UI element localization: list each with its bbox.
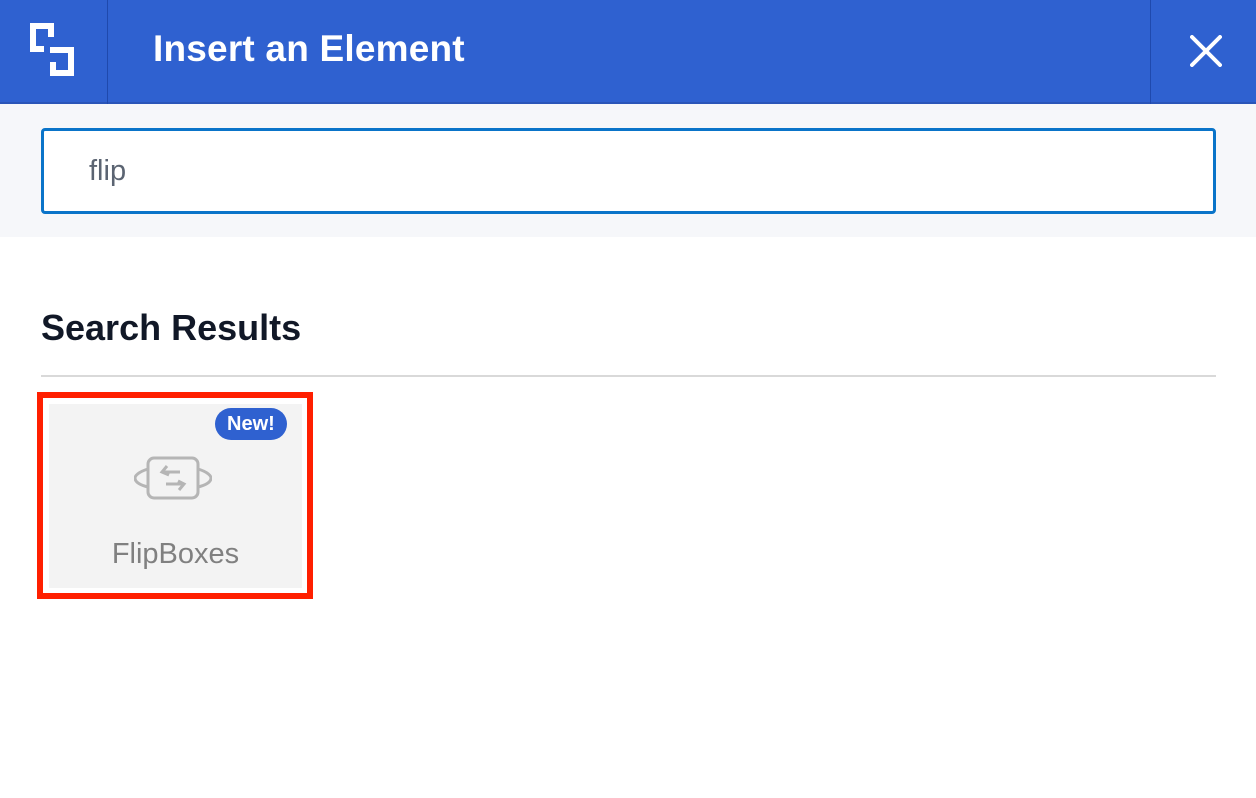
results-divider	[41, 375, 1216, 377]
insert-element-dialog: Insert an Element Search Results FlipBox…	[0, 0, 1256, 798]
tile-label: FlipBoxes	[111, 538, 240, 570]
builder-logo-icon	[30, 23, 74, 76]
dialog-header: Insert an Element	[0, 0, 1256, 104]
close-button[interactable]	[1150, 0, 1256, 104]
logo-cell	[0, 0, 108, 104]
dialog-title: Insert an Element	[153, 28, 465, 69]
element-tile-flipboxes[interactable]: FlipBoxes New!	[49, 404, 302, 588]
new-badge: New!	[215, 408, 287, 440]
flip-box-icon	[134, 456, 212, 500]
close-icon	[1190, 35, 1222, 67]
search-input[interactable]	[41, 128, 1216, 214]
search-area	[0, 104, 1256, 237]
results-heading: Search Results	[41, 307, 302, 348]
